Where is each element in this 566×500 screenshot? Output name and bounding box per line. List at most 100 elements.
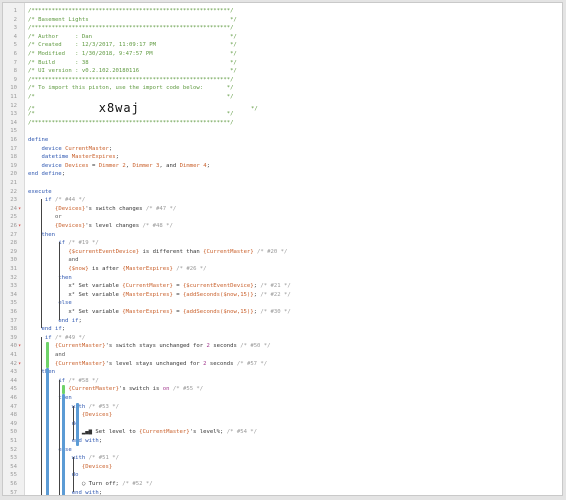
code-line[interactable]: 53 with /* #51 */	[3, 454, 562, 463]
code-line[interactable]: 22 execute	[3, 188, 562, 197]
text-token: is after	[88, 266, 123, 272]
code-line[interactable]: 31 {$now} is after {MasterExpires} /* #2…	[3, 265, 562, 274]
code-line[interactable]: 48 {Devices}	[3, 411, 562, 420]
variable-token: {MasterExpires}	[122, 266, 173, 272]
id-comment-token: /* #51 */	[88, 455, 119, 462]
text-token: 's switch stays unchanged for	[105, 343, 207, 350]
code-line[interactable]: 39 if /* #49 */	[3, 334, 562, 343]
code-line[interactable]: 24 ▾ {Devices}'s switch changes /* #47 */	[3, 205, 562, 214]
code-line[interactable]: 54 {Devices}	[3, 463, 562, 472]
code-line[interactable]: 46 then	[3, 394, 562, 403]
code-line[interactable]: 40 ▾ {CurrentMaster}'s switch stays uncha…	[3, 342, 562, 351]
line-text: /* Created : 12/3/2017, 11:09:17 PM */	[28, 41, 237, 50]
code-line[interactable]: 23 if /* #44 */	[3, 196, 562, 205]
code-line[interactable]: 2 /* Basement Lights */	[3, 16, 562, 25]
line-number: 7	[13, 59, 17, 66]
code-line[interactable]: 13 /* */	[3, 110, 562, 119]
code-line[interactable]: 47 with /* #53 */	[3, 403, 562, 412]
code-line[interactable]: 27 then	[3, 231, 562, 240]
code-line[interactable]: 18 datetime MasterExpires;	[3, 153, 562, 162]
code-line[interactable]: 21	[3, 179, 562, 188]
code-line[interactable]: 49 do	[3, 420, 562, 429]
line-number: 3	[13, 25, 17, 32]
code-line[interactable]: 11 /* */	[3, 93, 562, 102]
variable-token: {Devices}	[54, 223, 86, 229]
code-line[interactable]: 52 else	[3, 446, 562, 455]
line-number: 18	[10, 154, 17, 161]
text-token: x² Set variable	[28, 309, 123, 315]
code-line[interactable]: 33 x² Set variable {CurrentMaster} = {$c…	[3, 282, 562, 291]
code-line[interactable]: 6 /* Modified : 1/30/2018, 9:47:57 PM */	[3, 50, 562, 59]
code-line[interactable]: 41 and	[3, 351, 562, 360]
code-line[interactable]: 9 /**************************************…	[3, 76, 562, 85]
code-line[interactable]: 26 ▾ {Devices}'s level changes /* #48 */	[3, 222, 562, 231]
code-line[interactable]: 17 device CurrentMaster;	[3, 145, 562, 154]
code-line[interactable]: 56 ◯ Turn off; /* #52 */	[3, 480, 562, 489]
code-line[interactable]: 44 if /* #58 */	[3, 377, 562, 386]
code-line[interactable]: 29 {$currentEventDevice} is different th…	[3, 248, 562, 257]
code-line[interactable]: 5 /* Created : 12/3/2017, 11:09:17 PM */	[3, 41, 562, 50]
line-text: execute	[28, 188, 52, 197]
text-token: , and	[159, 162, 180, 169]
id-comment-token: /* #53 */	[88, 403, 119, 410]
line-text: /* Author : Dan */	[28, 33, 237, 42]
code-line[interactable]: 1 /**************************************…	[3, 7, 562, 16]
keyword-token: then	[58, 395, 72, 401]
line-text: or	[28, 213, 62, 222]
code-line[interactable]: 3 /**************************************…	[3, 24, 562, 33]
code-line[interactable]: 14 /*************************************…	[3, 119, 562, 128]
code-line[interactable]: 36 x² Set variable {MasterExpires} = {ad…	[3, 308, 562, 317]
code-line[interactable]: 51 end with;	[3, 437, 562, 446]
code-line[interactable]: 28 if /* #19 */	[3, 239, 562, 248]
comment-token: /* */	[28, 111, 234, 118]
id-comment-token: /* #48 */	[142, 223, 173, 229]
line-number: 33	[10, 283, 17, 290]
code-line[interactable]: 37 end if;	[3, 317, 562, 326]
code-line[interactable]: 4 /* Author : Dan */	[3, 33, 562, 42]
code-line[interactable]: 50 ▂▄▆ Set level to {CurrentMaster}'s le…	[3, 428, 562, 437]
code-line[interactable]: 34 x² Set variable {MasterExpires} = {ad…	[3, 291, 562, 300]
code-line[interactable]: 25 or	[3, 213, 562, 222]
keyword-token: with	[71, 403, 89, 410]
keyword-token: else	[58, 300, 72, 307]
code-line[interactable]: 45 {CurrentMaster}'s switch is on /* #55…	[3, 385, 562, 394]
code-line[interactable]: 32 then	[3, 274, 562, 283]
line-number: 19	[10, 162, 17, 169]
code-line[interactable]: 43 then	[3, 368, 562, 377]
code-line[interactable]: 20 end define;	[3, 170, 562, 179]
variable-token: {Devices}	[81, 463, 113, 470]
code-line[interactable]: 7 /* Build : 38 */	[3, 59, 562, 68]
code-line[interactable]: 15	[3, 127, 562, 136]
code-line[interactable]: 19 device Devices = Dimmer 2, Dimmer 3, …	[3, 162, 562, 171]
code-line[interactable]: 8 /* UI version : v0.2.102.20180116 */	[3, 67, 562, 76]
code-line[interactable]: 12/* x8waj */	[3, 102, 562, 114]
code-line[interactable]: 57 end with;	[3, 489, 562, 495]
line-number: 11	[10, 94, 17, 100]
line-number: 23	[10, 197, 17, 204]
condition-true-bar	[62, 385, 65, 394]
line-text: {CurrentMaster}'s level stays unchanged …	[28, 360, 267, 369]
piston-code-editor: 1 /**************************************…	[2, 2, 563, 496]
text-token: =	[172, 291, 183, 298]
execution-path-bar	[76, 402, 79, 446]
trigger-marker-icon: ▾	[18, 205, 22, 212]
condition-true-bar	[46, 342, 49, 369]
comment-token: /* Author : Dan */	[28, 33, 237, 40]
code-line[interactable]: 38 end if;	[3, 325, 562, 334]
code-line[interactable]: 55 do	[3, 471, 562, 480]
line-number: 21	[10, 180, 17, 186]
code-line[interactable]: 42 ▾ {CurrentMaster}'s level stays unchan…	[3, 360, 562, 369]
code-line[interactable]: 35 else	[3, 299, 562, 308]
line-text: device Devices = Dimmer 2, Dimmer 3, and…	[28, 162, 209, 171]
code-line[interactable]: 16 define	[3, 136, 562, 145]
code-line[interactable]: 10 /* To import this piston, use the impo…	[3, 84, 562, 93]
code-line[interactable]: 30 and	[3, 256, 562, 265]
line-text: /* Build : 38 */	[28, 59, 237, 68]
